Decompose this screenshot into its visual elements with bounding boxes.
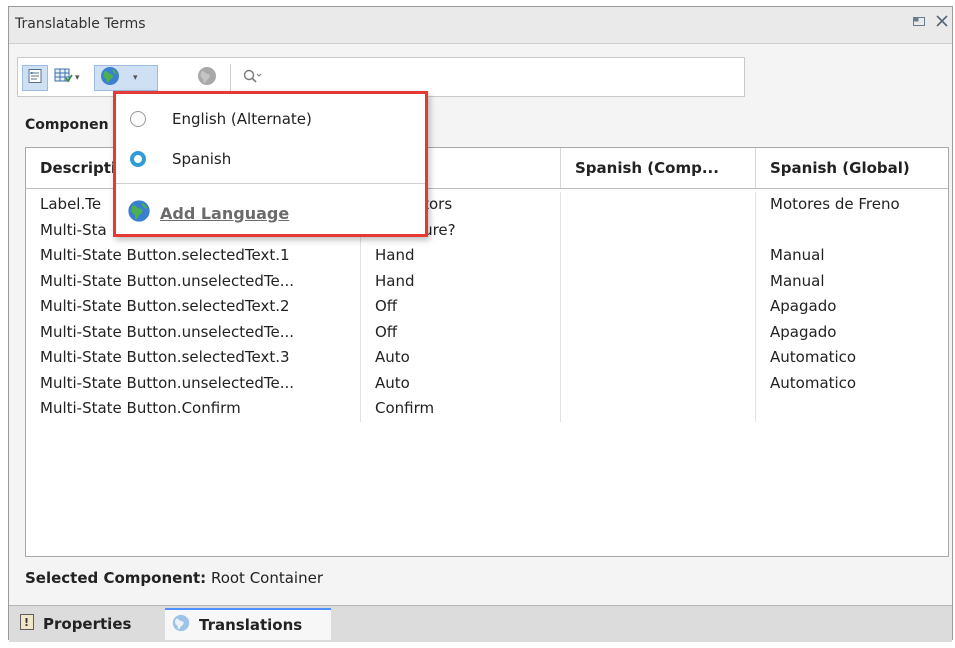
float-window-icon[interactable] — [912, 14, 926, 32]
selected-component-value: Root Container — [206, 569, 323, 587]
language-option-spanish[interactable]: Spanish — [130, 150, 231, 168]
radio-selected-icon[interactable] — [130, 151, 146, 167]
globe-icon — [99, 65, 121, 91]
tab-properties[interactable]: ! Properties — [15, 608, 165, 640]
add-language-label: Add Language — [160, 203, 290, 223]
cell-spanish-component — [561, 192, 756, 218]
cell-spanish-global: Apagado — [770, 322, 837, 341]
cell-spanish-global: Manual — [770, 271, 825, 290]
close-icon[interactable] — [934, 13, 950, 33]
table-view-button[interactable]: ▾ — [54, 65, 88, 91]
search-icon — [242, 68, 262, 90]
components-label: Componen — [25, 117, 109, 133]
column-header-spanish-global[interactable]: Spanish (Global) — [756, 148, 948, 188]
cell-spanish-component — [561, 268, 756, 294]
bottom-tab-bar: ! Properties Translations — [9, 605, 952, 642]
language-dropdown-menu: English (Alternate) Spanish Add Language — [113, 91, 428, 237]
tab-properties-label: Properties — [43, 615, 132, 633]
properties-icon: ! — [19, 613, 35, 635]
menu-divider — [116, 183, 425, 184]
cell-default: Confirm — [361, 396, 561, 422]
cell-spanish-global: Motores de Freno — [770, 195, 900, 213]
search-input[interactable] — [268, 70, 732, 88]
cell-spanish-global: Automatico — [770, 373, 857, 392]
language-menu-button[interactable]: ▾ — [94, 65, 158, 91]
column-header-spanish-component[interactable]: Spanish (Comp... — [561, 148, 756, 188]
term-list-icon — [27, 68, 43, 88]
cell-default: Auto — [361, 370, 561, 396]
add-language-link[interactable]: Add Language — [126, 198, 289, 228]
globe-icon — [126, 198, 152, 228]
tab-translations-label: Translations — [199, 616, 303, 634]
cell-description: Multi-State Button.unselectedTe... — [26, 268, 361, 294]
table-row[interactable]: Multi-State Button.unselectedTe... Hand … — [26, 268, 948, 294]
cell-spanish-component — [561, 370, 756, 396]
tab-translations[interactable]: Translations — [165, 608, 331, 640]
cell-description: Multi-State Button.selectedText.1 — [26, 243, 361, 269]
cell-default: Auto — [361, 345, 561, 371]
chevron-down-icon: ▾ — [75, 73, 80, 83]
table-row[interactable]: Multi-State Button.selectedText.3 Auto A… — [26, 345, 948, 371]
search-field[interactable] — [242, 68, 732, 90]
cell-default: Off — [361, 294, 561, 320]
cell-description: Multi-State Button.selectedText.2 — [26, 294, 361, 320]
cell-spanish-component — [561, 319, 756, 345]
cell-default: Hand — [361, 243, 561, 269]
language-option-label: English (Alternate) — [172, 110, 312, 128]
chevron-down-icon: ▾ — [133, 73, 138, 83]
selected-component-label: Selected Component: — [25, 569, 207, 587]
cell-default: Off — [361, 319, 561, 345]
globe-disabled-button[interactable] — [194, 65, 220, 91]
language-option-label: Spanish — [172, 150, 232, 168]
cell-spanish-component — [561, 396, 756, 422]
table-row[interactable]: Multi-State Button.unselectedTe... Off A… — [26, 319, 948, 345]
table-view-icon — [54, 67, 74, 89]
cell-spanish-component — [561, 243, 756, 269]
svg-text:!: ! — [24, 616, 29, 629]
cell-spanish-component — [561, 345, 756, 371]
cell-spanish-global — [756, 396, 948, 422]
panel-titlebar: Translatable Terms — [9, 7, 952, 44]
cell-spanish-component — [561, 217, 756, 243]
table-row[interactable]: Multi-State Button.unselectedTe... Auto … — [26, 370, 948, 396]
table-row[interactable]: Multi-State Button.Confirm Confirm — [26, 396, 948, 422]
cell-spanish-global — [756, 218, 948, 244]
cell-spanish-global: Apagado — [770, 297, 837, 315]
cell-description: Multi-State Button.selectedText.3 — [26, 345, 361, 371]
language-option-english-alternate[interactable]: English (Alternate) — [130, 110, 312, 128]
table-row[interactable]: Multi-State Button.selectedText.1 Hand M… — [26, 243, 948, 269]
selected-component-text: Selected Component: Root Container — [25, 569, 323, 587]
radio-unselected-icon[interactable] — [130, 111, 146, 127]
toolbar-divider — [230, 64, 231, 92]
term-list-button[interactable] — [22, 65, 48, 91]
cell-description: Multi-State Button.unselectedTe... — [26, 370, 361, 396]
cell-spanish-component — [561, 294, 756, 320]
cell-description: Multi-State Button.unselectedTe... — [26, 319, 361, 345]
cell-spanish-global: Manual — [770, 246, 825, 264]
globe-disabled-icon — [196, 65, 218, 91]
cell-default: Hand — [361, 268, 561, 294]
table-row[interactable]: Multi-State Button.selectedText.2 Off Ap… — [26, 294, 948, 320]
cell-spanish-global: Automatico — [770, 348, 857, 366]
cell-description: Multi-State Button.Confirm — [26, 396, 361, 422]
panel-title: Translatable Terms — [15, 16, 146, 32]
globe-icon — [171, 613, 191, 637]
